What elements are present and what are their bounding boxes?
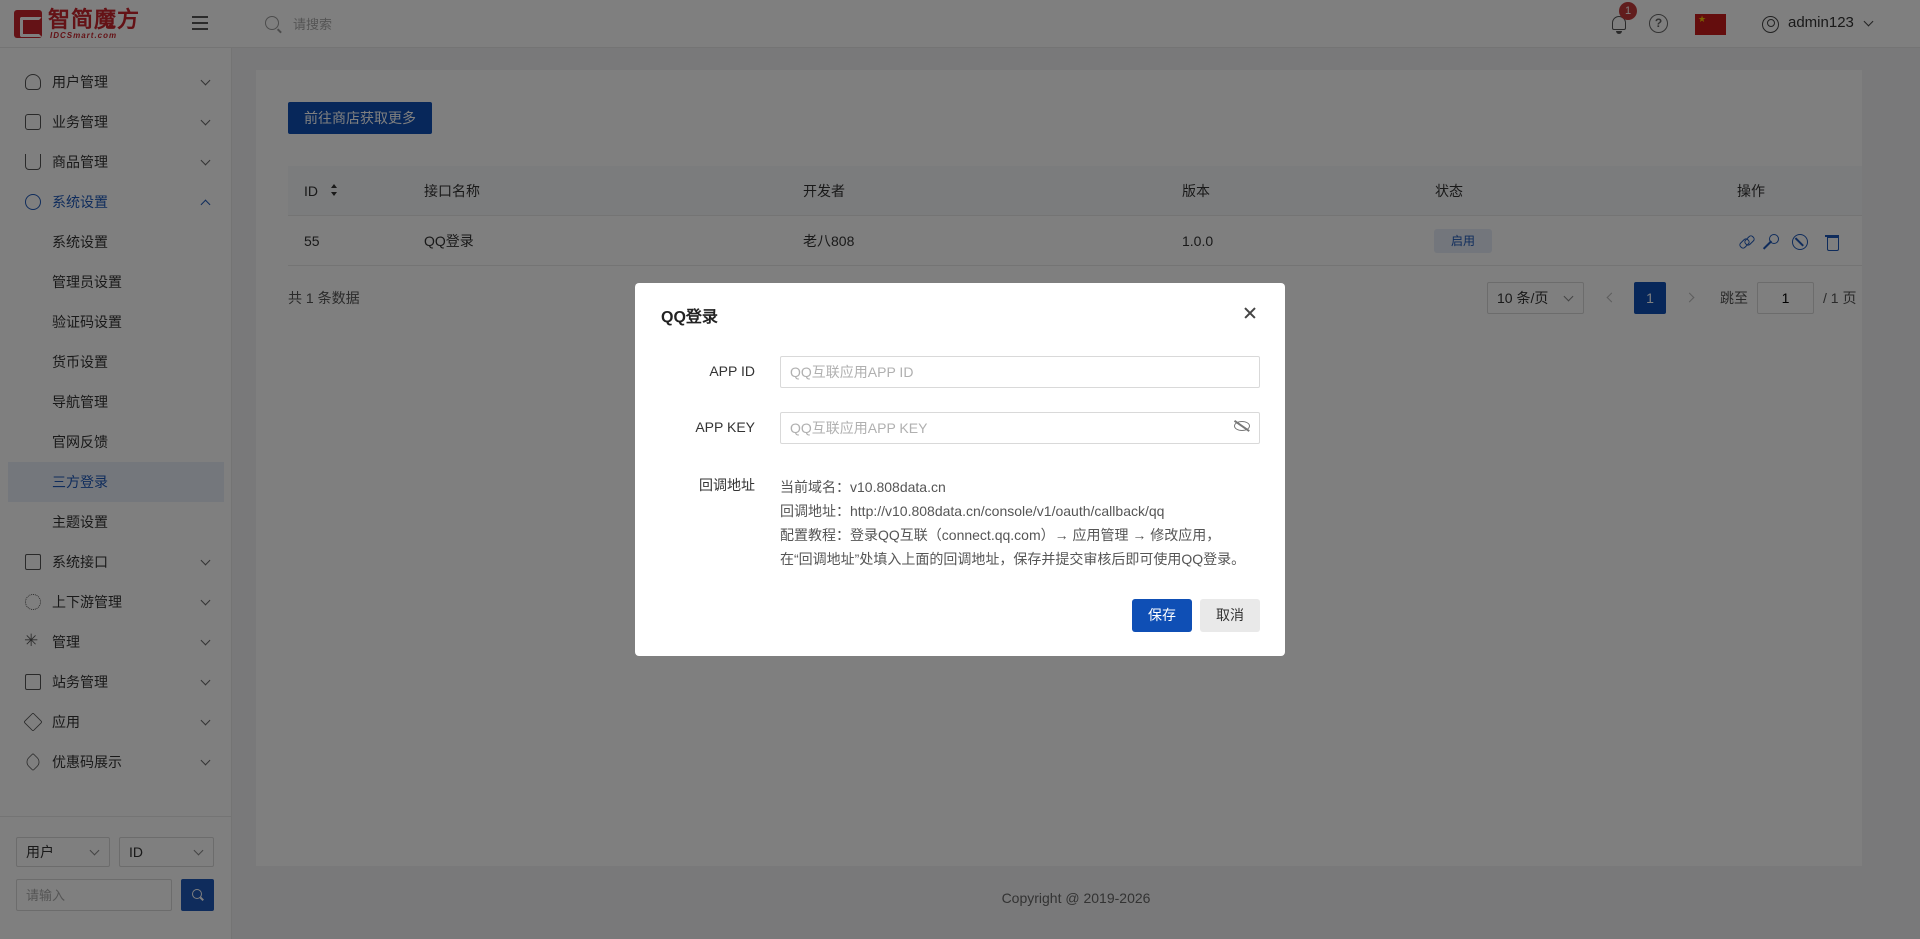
- info-domain: 当前域名：v10.808data.cn: [780, 479, 946, 495]
- callback-label: 回调地址: [699, 477, 755, 493]
- info-callback-url: 回调地址：http://v10.808data.cn/console/v1/oa…: [780, 503, 1165, 519]
- save-button[interactable]: 保存: [1132, 599, 1192, 632]
- info-tutorial: 配置教程：登录QQ互联（connect.qq.com）→ 应用管理 → 修改应用…: [780, 527, 1221, 543]
- app-key-label: APP KEY: [695, 419, 755, 435]
- eye-off-icon[interactable]: [1234, 421, 1250, 431]
- app-id-label: APP ID: [709, 363, 755, 379]
- qq-login-dialog: QQ登录 APP ID APP KEY 回调地址 当前域名：v10.808dat…: [635, 283, 1285, 656]
- dialog-title: QQ登录: [661, 309, 718, 326]
- app-id-input[interactable]: [780, 356, 1260, 388]
- app-key-input[interactable]: [780, 412, 1260, 444]
- info-tutorial-continued: 在“回调地址”处填入上面的回调地址，保存并提交审核后即可使用QQ登录。: [780, 551, 1246, 567]
- cancel-button[interactable]: 取消: [1200, 599, 1260, 632]
- close-icon[interactable]: [1242, 305, 1258, 321]
